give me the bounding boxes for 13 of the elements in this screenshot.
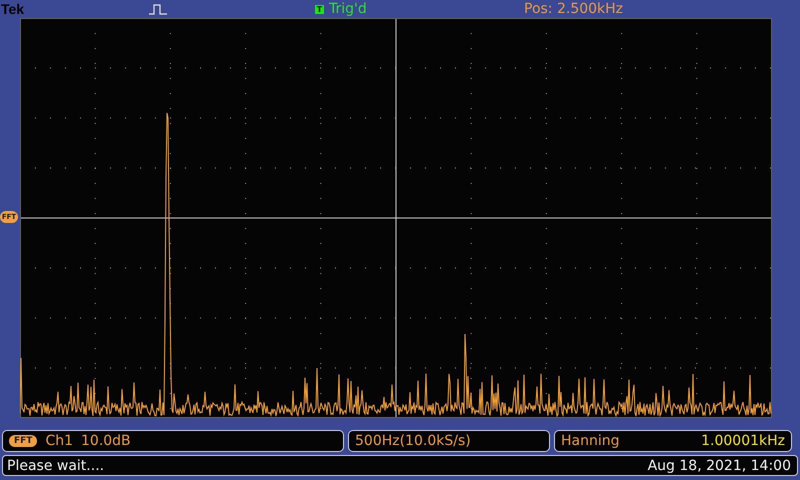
window-type: Hanning xyxy=(561,433,620,449)
scale-readout: 10.0dB xyxy=(81,433,131,449)
frequency-readout: 1.00001kHz xyxy=(701,433,785,449)
position-readout: Pos: 2.500kHz xyxy=(524,1,624,17)
channel-badge: FFT xyxy=(9,435,38,447)
pulse-icon xyxy=(149,3,167,15)
span-readout: 500Hz(10.0kS/s) xyxy=(355,433,471,449)
brand-logo: Tek xyxy=(1,1,26,17)
channel-label: Ch1 xyxy=(45,433,73,449)
trigger-badge: T xyxy=(315,4,324,14)
trigger-status: Trig'd xyxy=(329,1,368,17)
status-message: Please wait.... xyxy=(7,458,104,474)
date-time: Aug 18, 2021, 14:00 xyxy=(648,458,791,474)
